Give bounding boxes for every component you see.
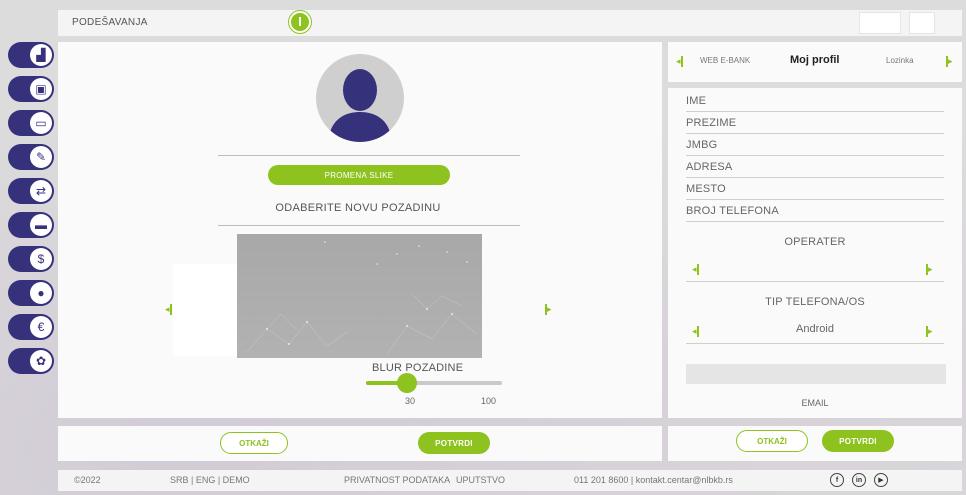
main-actions-bar: OTKAŽI POTVRDI (58, 426, 662, 461)
field-city[interactable]: MESTO (686, 178, 944, 200)
operator-select[interactable]: ◂ ▸ (686, 256, 944, 282)
euro-icon: € (30, 316, 52, 338)
blur-slider-thumb[interactable] (396, 373, 417, 393)
field-address[interactable]: ADRESA (686, 156, 944, 178)
change-picture-button[interactable]: PROMENA SLIKE (268, 165, 450, 185)
user-silhouette-icon (328, 69, 392, 142)
card-icon: ▭ (30, 112, 52, 134)
divider (218, 155, 520, 156)
confirm-button[interactable]: POTVRDI (418, 432, 490, 454)
background-preview[interactable] (237, 234, 482, 358)
nav-item-dollar[interactable]: $ (8, 246, 54, 272)
operator-prev-arrow[interactable]: ◂ (692, 264, 699, 275)
cancel-button[interactable]: OTKAŽI (220, 432, 288, 454)
nav-item-settings[interactable]: ✿ (8, 348, 54, 374)
nav-item-euro[interactable]: € (8, 314, 54, 340)
network-pattern (246, 241, 478, 355)
language-links[interactable]: SRB | ENG | DEMO (170, 475, 250, 485)
profile-tabs: ◂ WEB E-BANK Moj profil Lozinka ▸ (668, 42, 962, 82)
tab-web-ebank[interactable]: WEB E-BANK (700, 56, 750, 65)
phone-type-select[interactable]: ◂ Android ▸ (686, 318, 944, 344)
blur-slider[interactable] (366, 373, 502, 393)
top-bar-box[interactable] (909, 12, 935, 34)
page-title: PODEŠAVANJA (72, 17, 148, 28)
nav-item-accounts[interactable]: ▟ (8, 42, 54, 68)
avatar[interactable] (316, 54, 404, 142)
copyright: ©2022 (74, 475, 101, 485)
main-panel: PROMENA SLIKE ODABERITE NOVU POZADINU ◂ … (58, 42, 662, 418)
nav-item-payments[interactable]: ✎ (8, 144, 54, 170)
field-phone[interactable]: BROJ TELEFONA (686, 200, 944, 222)
nav-item-location[interactable]: ● (8, 280, 54, 306)
tabs-next-arrow[interactable]: ▸ (946, 56, 953, 67)
blur-value: 30 (405, 396, 416, 406)
chart-icon: ▟ (30, 44, 52, 66)
tab-password[interactable]: Lozinka (886, 56, 914, 65)
blur-label: BLUR POZADINE (372, 362, 464, 374)
nav-item-minus[interactable]: ▬ (8, 212, 54, 238)
phone-type-label: TIP TELEFONA/OS (765, 296, 865, 308)
profile-form: IME PREZIME JMBG ADRESA MESTO BROJ TELEF… (668, 88, 962, 418)
operator-next-arrow[interactable]: ▸ (926, 264, 933, 275)
nav-item-transfers[interactable]: ⇄ (8, 178, 54, 204)
field-jmbg[interactable]: JMBG (686, 134, 944, 156)
guide-link[interactable]: UPUTSTVO (456, 475, 505, 485)
briefcase-icon: ▣ (30, 78, 52, 100)
field-last-name[interactable]: PREZIME (686, 112, 944, 134)
prev-background-arrow[interactable]: ◂ (165, 304, 172, 315)
dollar-icon: $ (30, 248, 52, 270)
next-background-arrow[interactable]: ▸ (545, 304, 552, 315)
minus-card-icon: ▬ (30, 214, 52, 236)
phone-type-next-arrow[interactable]: ▸ (926, 326, 933, 337)
youtube-icon[interactable]: ▶ (874, 473, 888, 487)
tabs-prev-arrow[interactable]: ◂ (676, 56, 683, 67)
email-label: EMAIL (801, 398, 829, 408)
contact-info: 011 201 8600 | kontakt.centar@nlbkb.rs (574, 475, 733, 485)
nav-item-briefcase[interactable]: ▣ (8, 76, 54, 102)
profile-cancel-button[interactable]: OTKAŽI (736, 430, 808, 452)
footer: ©2022 SRB | ENG | DEMO PRIVATNOST PODATA… (58, 470, 962, 491)
profile-actions-bar: OTKAŽI POTVRDI (668, 426, 962, 461)
payment-icon: ✎ (30, 146, 52, 168)
transfer-icon: ⇄ (30, 180, 52, 202)
location-icon: ● (30, 282, 52, 304)
power-icon[interactable] (289, 11, 311, 33)
nav-item-cards[interactable]: ▭ (8, 110, 54, 136)
field-first-name[interactable]: IME (686, 90, 944, 112)
tab-my-profile[interactable]: Moj profil (790, 54, 840, 66)
facebook-icon[interactable]: f (830, 473, 844, 487)
choose-background-label: ODABERITE NOVU POZADINU (275, 202, 441, 214)
top-bar-box[interactable] (859, 12, 901, 34)
blur-max: 100 (481, 396, 497, 406)
settings-icon: ✿ (30, 350, 52, 372)
operator-label: OPERATER (784, 236, 846, 248)
linkedin-icon[interactable]: in (852, 473, 866, 487)
profile-confirm-button[interactable]: POTVRDI (822, 430, 894, 452)
divider (218, 225, 520, 226)
background-preview-left[interactable] (173, 264, 237, 356)
top-bar: PODEŠAVANJA (58, 10, 962, 36)
privacy-link[interactable]: PRIVATNOST PODATAKA (344, 475, 450, 485)
phone-type-value: Android (796, 323, 834, 335)
email-input[interactable] (686, 364, 946, 384)
